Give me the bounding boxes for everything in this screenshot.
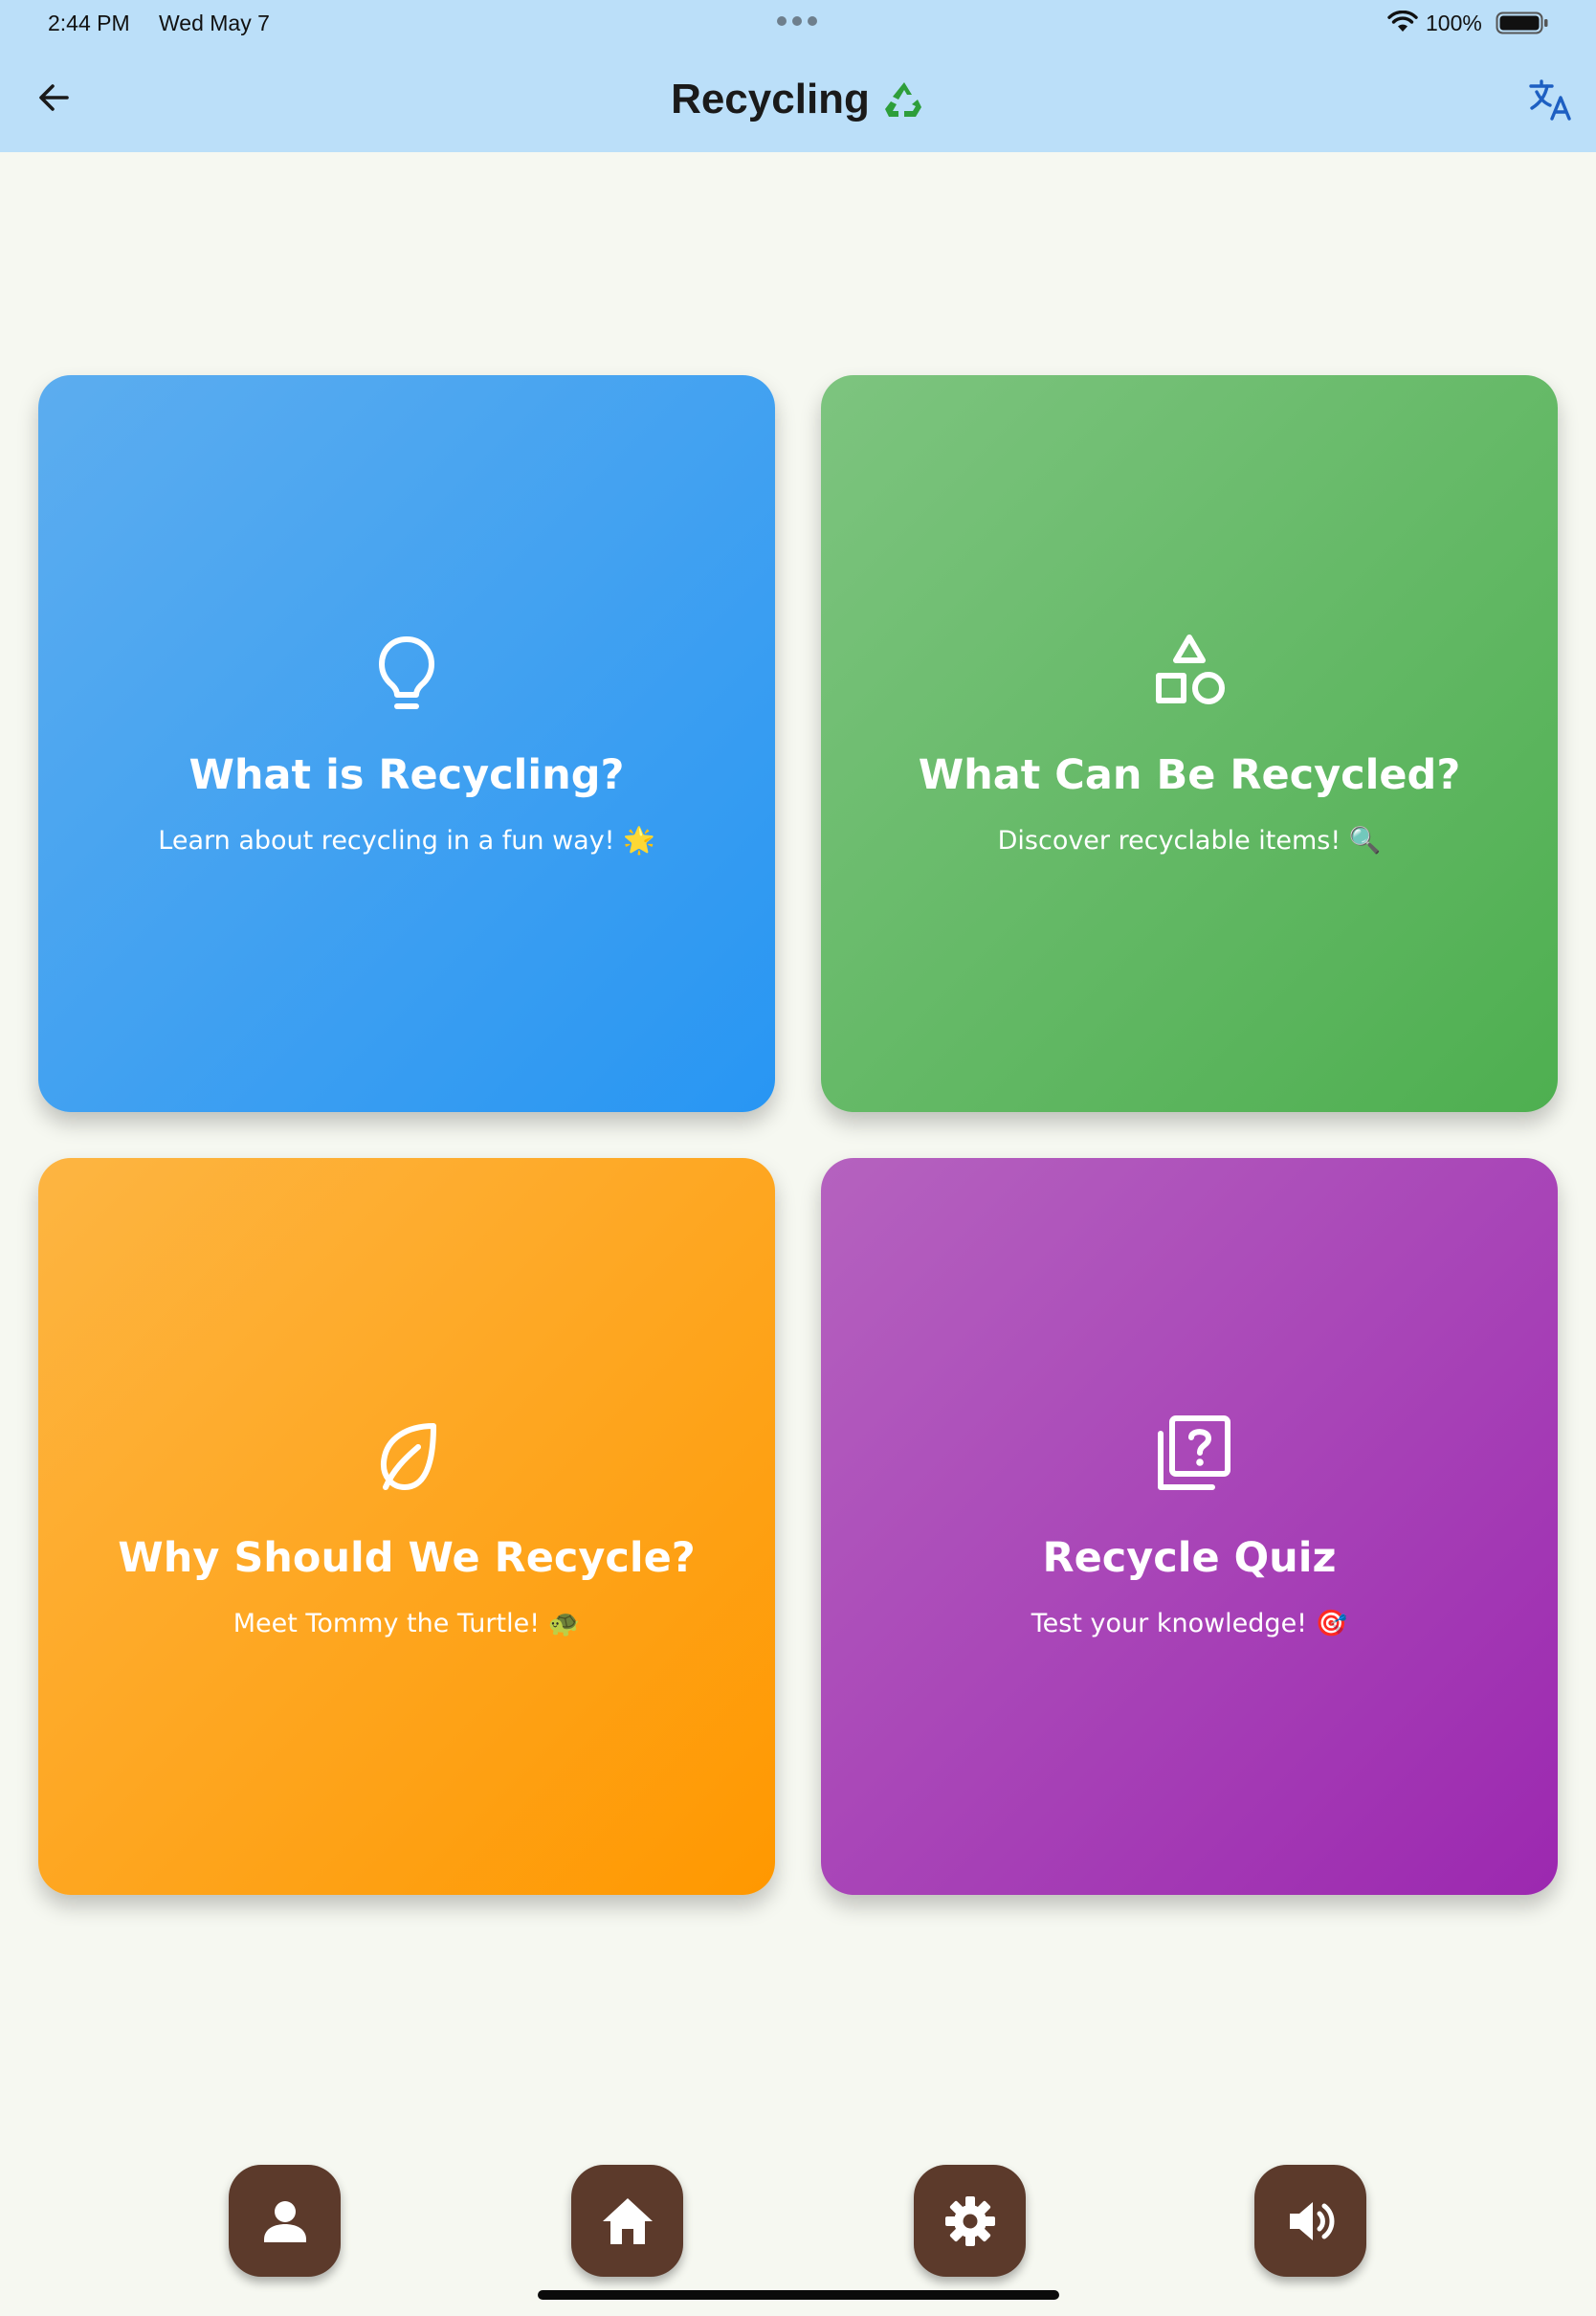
gear-icon bbox=[944, 2195, 995, 2246]
card-title: What Can Be Recycled? bbox=[918, 751, 1461, 799]
more-dots-icon[interactable] bbox=[777, 16, 819, 28]
app-header: 2:44 PM Wed May 7 100% Recycling bbox=[0, 0, 1596, 152]
card-why-should-we-recycle[interactable]: Why Should We Recycle? Meet Tommy the Tu… bbox=[38, 1158, 775, 1895]
status-time: 2:44 PM bbox=[48, 11, 130, 35]
page-title-text: Recycling bbox=[671, 76, 870, 122]
card-what-is-recycling[interactable]: What is Recycling? Learn about recycling… bbox=[38, 375, 775, 1112]
translate-icon bbox=[1529, 79, 1571, 121]
card-title: What is Recycling? bbox=[188, 751, 625, 799]
battery-icon bbox=[1496, 11, 1548, 34]
profile-button[interactable] bbox=[229, 2165, 341, 2277]
battery-percent: 100% bbox=[1426, 11, 1482, 35]
card-recycle-quiz[interactable]: Recycle Quiz Test your knowledge! 🎯 bbox=[821, 1158, 1558, 1895]
volume-icon bbox=[1289, 2201, 1334, 2240]
card-what-can-be-recycled[interactable]: What Can Be Recycled? Discover recyclabl… bbox=[821, 375, 1558, 1112]
page-title: Recycling bbox=[0, 71, 1596, 128]
home-indicator[interactable] bbox=[538, 2290, 1059, 2300]
home-icon bbox=[602, 2197, 653, 2244]
status-date: Wed May 7 bbox=[159, 11, 270, 35]
card-subtitle: Learn about recycling in a fun way! 🌟 bbox=[158, 826, 655, 856]
page: 2:44 PM Wed May 7 100% Recycling What is… bbox=[0, 0, 1596, 2316]
card-subtitle: Discover recyclable items! 🔍 bbox=[997, 826, 1382, 856]
quiz-icon bbox=[1158, 1415, 1230, 1490]
card-subtitle: Test your knowledge! 🎯 bbox=[1031, 1609, 1348, 1638]
settings-button[interactable] bbox=[914, 2165, 1026, 2277]
lightbulb-icon bbox=[379, 636, 434, 709]
recycle-icon bbox=[884, 82, 921, 117]
card-subtitle: Meet Tommy the Turtle! 🐢 bbox=[233, 1609, 581, 1638]
shapes-icon bbox=[1156, 635, 1225, 704]
card-title: Recycle Quiz bbox=[1042, 1534, 1337, 1582]
wifi-icon bbox=[1387, 11, 1418, 32]
home-button[interactable] bbox=[571, 2165, 683, 2277]
card-title: Why Should We Recycle? bbox=[118, 1534, 696, 1582]
sound-button[interactable] bbox=[1254, 2165, 1366, 2277]
translate-button[interactable] bbox=[1521, 71, 1579, 128]
leaf-icon bbox=[380, 1423, 436, 1490]
person-icon bbox=[263, 2200, 306, 2242]
